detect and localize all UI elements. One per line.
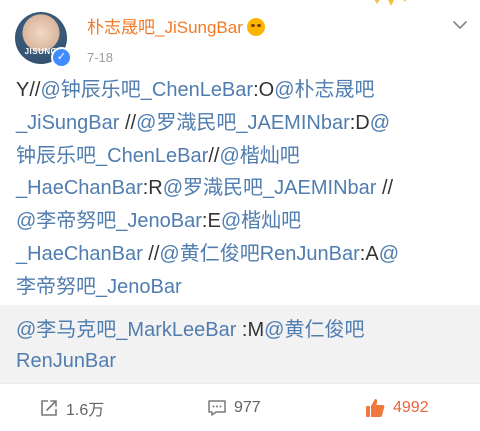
post-content: Y//@钟辰乐吧_ChenLeBar:O@朴志晟吧 _JiSungBar //@罗… — [16, 74, 466, 304]
share-count: 1.6万 — [66, 402, 105, 419]
chevron-down-icon[interactable] — [449, 14, 471, 36]
text-line: _JiSungBar //@罗渽民吧_JAEMINbar:D@ — [16, 107, 466, 140]
mention-link[interactable]: @李帝努吧_JenoBar — [16, 210, 202, 232]
mention-link[interactable]: RenJunBar — [16, 350, 116, 372]
mention-link[interactable]: 钟辰乐吧_ChenLeBar — [16, 145, 208, 167]
text-line: 李帝努吧_JenoBar — [16, 271, 466, 304]
mention-link[interactable]: @楷灿吧 — [219, 145, 299, 167]
share-button[interactable]: 1.6万 — [39, 384, 104, 431]
post-text: :A — [359, 242, 379, 265]
mention-link[interactable]: @李马克吧_MarkLeeBar — [16, 319, 236, 341]
text-line: @李马克吧_MarkLeeBar :M@黄仁俊吧 — [16, 315, 466, 346]
username-line: 朴志晟吧_JiSungBar — [87, 13, 265, 38]
mention-link[interactable]: _HaeChanBar — [16, 243, 143, 265]
like-button[interactable]: 4992 — [364, 384, 429, 431]
mention-link[interactable]: @楷灿吧 — [221, 210, 301, 232]
text-line: Y//@钟辰乐吧_ChenLeBar:O@朴志晟吧 — [16, 74, 466, 107]
post-text: :O — [253, 79, 275, 101]
username[interactable]: 朴志晟吧_JiSungBar — [87, 18, 243, 37]
verified-badge-icon: ✓ — [51, 47, 72, 68]
weibo-post: JISUNG ✓ 朴志晟吧_JiSungBar 7-18 Y//@钟辰乐吧_Ch… — [0, 0, 480, 431]
mention-link[interactable]: @钟辰乐吧_ChenLeBar — [40, 79, 253, 101]
quote-content: @李马克吧_MarkLeeBar :M@黄仁俊吧 RenJunBar — [16, 315, 466, 377]
mention-link[interactable]: _JiSungBar — [16, 112, 119, 134]
post-text: :E — [201, 210, 221, 233]
mention-link[interactable]: _HaeChanBar — [16, 177, 143, 199]
forwarded-quote[interactable]: @李马克吧_MarkLeeBar :M@黄仁俊吧 RenJunBar — [0, 305, 480, 383]
comment-count: 977 — [234, 399, 261, 416]
mention-link[interactable]: @ — [379, 243, 399, 265]
text-line: _HaeChanBar:R@罗渽民吧_JAEMINbar // — [16, 172, 466, 205]
post-text: // — [142, 242, 160, 265]
text-line: 钟辰乐吧_ChenLeBar//@楷灿吧 — [16, 140, 466, 173]
mention-link[interactable]: @罗渽民吧_JAEMINbar — [136, 112, 350, 134]
post-text: :M — [236, 319, 265, 341]
mention-link[interactable]: @黄仁俊吧 — [264, 319, 364, 341]
post-text: // — [208, 144, 220, 167]
emoji-badge-icon — [246, 18, 265, 36]
thumbs-up-icon — [366, 399, 385, 417]
post-text: :R — [142, 177, 163, 200]
mention-link[interactable]: 李帝努吧_JenoBar — [16, 276, 182, 298]
post-header: JISUNG ✓ 朴志晟吧_JiSungBar 7-18 — [0, 0, 480, 70]
comment-button[interactable]: 977 — [207, 384, 261, 431]
like-count: 4992 — [393, 399, 429, 416]
text-line: _HaeChanBar //@黄仁俊吧RenJunBar:A@ — [16, 238, 466, 271]
post-text: // — [376, 177, 394, 200]
mention-link[interactable]: @黄仁俊吧RenJunBar — [159, 243, 359, 265]
mention-link[interactable]: @ — [370, 112, 390, 134]
post-text: // — [119, 111, 137, 134]
mention-link[interactable]: @朴志晟吧 — [274, 79, 374, 101]
post-footer: 1.6万 977 4992 — [0, 383, 480, 431]
post-text: Y// — [16, 79, 41, 101]
share-icon — [41, 400, 57, 416]
text-line: RenJunBar — [16, 346, 466, 377]
comment-icon — [208, 400, 226, 416]
post-text: :D — [349, 111, 370, 134]
post-timestamp: 7-18 — [87, 50, 114, 65]
text-line: @李帝努吧_JenoBar:E@楷灿吧 — [16, 205, 466, 238]
crown-icon — [374, 0, 406, 6]
mention-link[interactable]: @罗渽民吧_JAEMINbar — [163, 177, 377, 199]
